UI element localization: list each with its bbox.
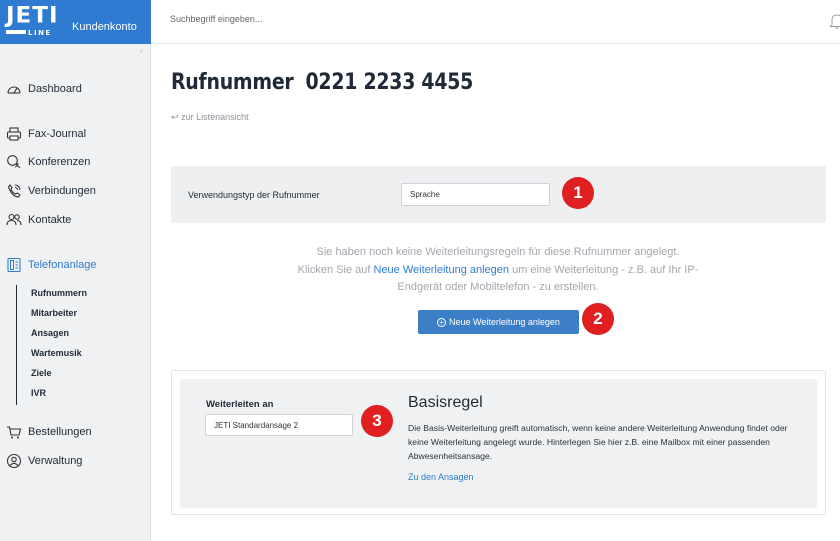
step-badge-1: 1 bbox=[562, 177, 594, 209]
bell-icon[interactable] bbox=[829, 12, 840, 30]
back-link-label: zur Listenansicht bbox=[181, 112, 249, 122]
sidebar-item-kontakte[interactable]: Kontakte bbox=[6, 212, 71, 228]
sidebar-item-dashboard[interactable]: Dashboard bbox=[6, 81, 82, 97]
no-rules-line-3: Endgerät oder Mobiltelefon - zu erstelle… bbox=[397, 281, 599, 293]
page-title: Rufnummer 0221 2233 4455 bbox=[171, 70, 473, 95]
usage-type-select[interactable]: Sprache bbox=[401, 183, 550, 206]
forward-to-label: Weiterleiten an bbox=[206, 399, 274, 410]
sidebar-item-label: Bestellungen bbox=[28, 426, 92, 438]
base-rule-title: Basisregel bbox=[408, 394, 483, 411]
sidebar-item-verwaltung[interactable]: Verwaltung bbox=[6, 453, 82, 469]
no-rules-line-2-suffix: um eine Weiterleitung - z.B. auf Ihr IP- bbox=[509, 263, 699, 276]
sidebar-item-label: Dashboard bbox=[28, 83, 82, 95]
no-rules-line-2: Klicken Sie auf Neue Weiterleitung anleg… bbox=[270, 262, 726, 280]
logo-wordmark: JETI bbox=[6, 3, 59, 29]
step-badge-2: 2 bbox=[582, 303, 614, 335]
sidebar: ‹ Dashboard Fax-Journal Konferenzen Verb… bbox=[0, 44, 151, 541]
base-rule-card: Weiterleiten an JETI Standardansage 2 Ba… bbox=[171, 370, 826, 515]
sidebar-item-label: Verwaltung bbox=[28, 455, 83, 467]
new-forwarding-button-label: Neue Weiterleitung anlegen bbox=[449, 317, 560, 327]
printer-icon bbox=[6, 127, 22, 141]
plus-circle-icon: + bbox=[437, 317, 447, 327]
page-title-number: 0221 2233 4455 bbox=[305, 70, 474, 95]
brand-title: Kundenkonto bbox=[72, 21, 137, 33]
submenu-item-wartemusik[interactable]: Wartemusik bbox=[31, 348, 82, 358]
telefonanlage-submenu: Rufnummern Mitarbeiter Ansagen Wartemusi… bbox=[16, 285, 136, 405]
sidebar-item-bestellungen[interactable]: Bestellungen bbox=[6, 424, 92, 440]
step-badge-3: 3 bbox=[361, 405, 393, 437]
phone-icon bbox=[7, 184, 21, 198]
contacts-icon bbox=[6, 213, 22, 226]
user-circle-icon bbox=[6, 453, 22, 469]
usage-type-label: Verwendungstyp der Rufnummer bbox=[188, 190, 320, 200]
forward-to-select[interactable]: JETI Standardansage 2 bbox=[205, 414, 353, 436]
sidebar-item-label: Kontakte bbox=[28, 214, 72, 226]
collapse-sidebar-icon[interactable]: ‹ bbox=[140, 46, 143, 55]
usage-type-panel: Verwendungstyp der Rufnummer Sprache bbox=[171, 166, 826, 223]
no-rules-line-2-prefix: Klicken Sie auf bbox=[297, 263, 374, 276]
no-rules-message: Sie haben noch keine Weiterleitungsregel… bbox=[270, 244, 726, 297]
no-rules-line-1: Sie haben noch keine Weiterleitungsregel… bbox=[316, 246, 680, 258]
gauge-icon bbox=[7, 86, 21, 94]
submenu-item-ansagen[interactable]: Ansagen bbox=[31, 328, 69, 338]
back-to-list-link[interactable]: ↩ zur Listenansicht bbox=[171, 112, 249, 123]
sidebar-item-telefonanlage[interactable]: Telefonanlage bbox=[6, 257, 97, 273]
base-rule-description: Die Basis-Weiterleitung greift automatis… bbox=[408, 423, 788, 461]
submenu-item-mitarbeiter[interactable]: Mitarbeiter bbox=[31, 308, 77, 318]
to-announcements-link[interactable]: Zu den Ansagen bbox=[408, 472, 474, 482]
sidebar-item-konferenzen[interactable]: Konferenzen bbox=[6, 154, 90, 170]
logo-subword: LINE bbox=[28, 29, 52, 37]
brand-area[interactable]: JETI LINE Kundenkonto bbox=[0, 0, 151, 44]
base-rule-panel: Weiterleiten an JETI Standardansage 2 Ba… bbox=[180, 379, 817, 508]
sidebar-item-label: Verbindungen bbox=[28, 185, 96, 197]
chat-icon bbox=[7, 155, 21, 169]
sidebar-item-fax-journal[interactable]: Fax-Journal bbox=[6, 126, 86, 142]
page-title-label: Rufnummer bbox=[171, 70, 294, 95]
logo-bar bbox=[6, 30, 26, 34]
sidebar-item-label: Telefonanlage bbox=[28, 259, 97, 271]
sidebar-item-label: Fax-Journal bbox=[28, 128, 87, 140]
return-arrow-icon: ↩ bbox=[171, 112, 179, 122]
cart-icon bbox=[7, 426, 22, 439]
top-bar: JETI LINE Kundenkonto bbox=[0, 0, 840, 44]
sidebar-item-verbindungen[interactable]: Verbindungen bbox=[6, 183, 96, 199]
submenu-item-ziele[interactable]: Ziele bbox=[31, 368, 52, 378]
submenu-item-rufnummern[interactable]: Rufnummern bbox=[31, 288, 87, 298]
new-forwarding-button[interactable]: + Neue Weiterleitung anlegen bbox=[418, 310, 579, 334]
new-forwarding-inline-link[interactable]: Neue Weiterleitung anlegen bbox=[373, 264, 509, 276]
submenu-item-ivr[interactable]: IVR bbox=[31, 388, 46, 398]
search-input[interactable] bbox=[170, 14, 570, 24]
jeti-line-logo: JETI LINE bbox=[4, 2, 66, 42]
sidebar-item-label: Konferenzen bbox=[28, 156, 91, 168]
pbx-icon bbox=[7, 257, 21, 273]
